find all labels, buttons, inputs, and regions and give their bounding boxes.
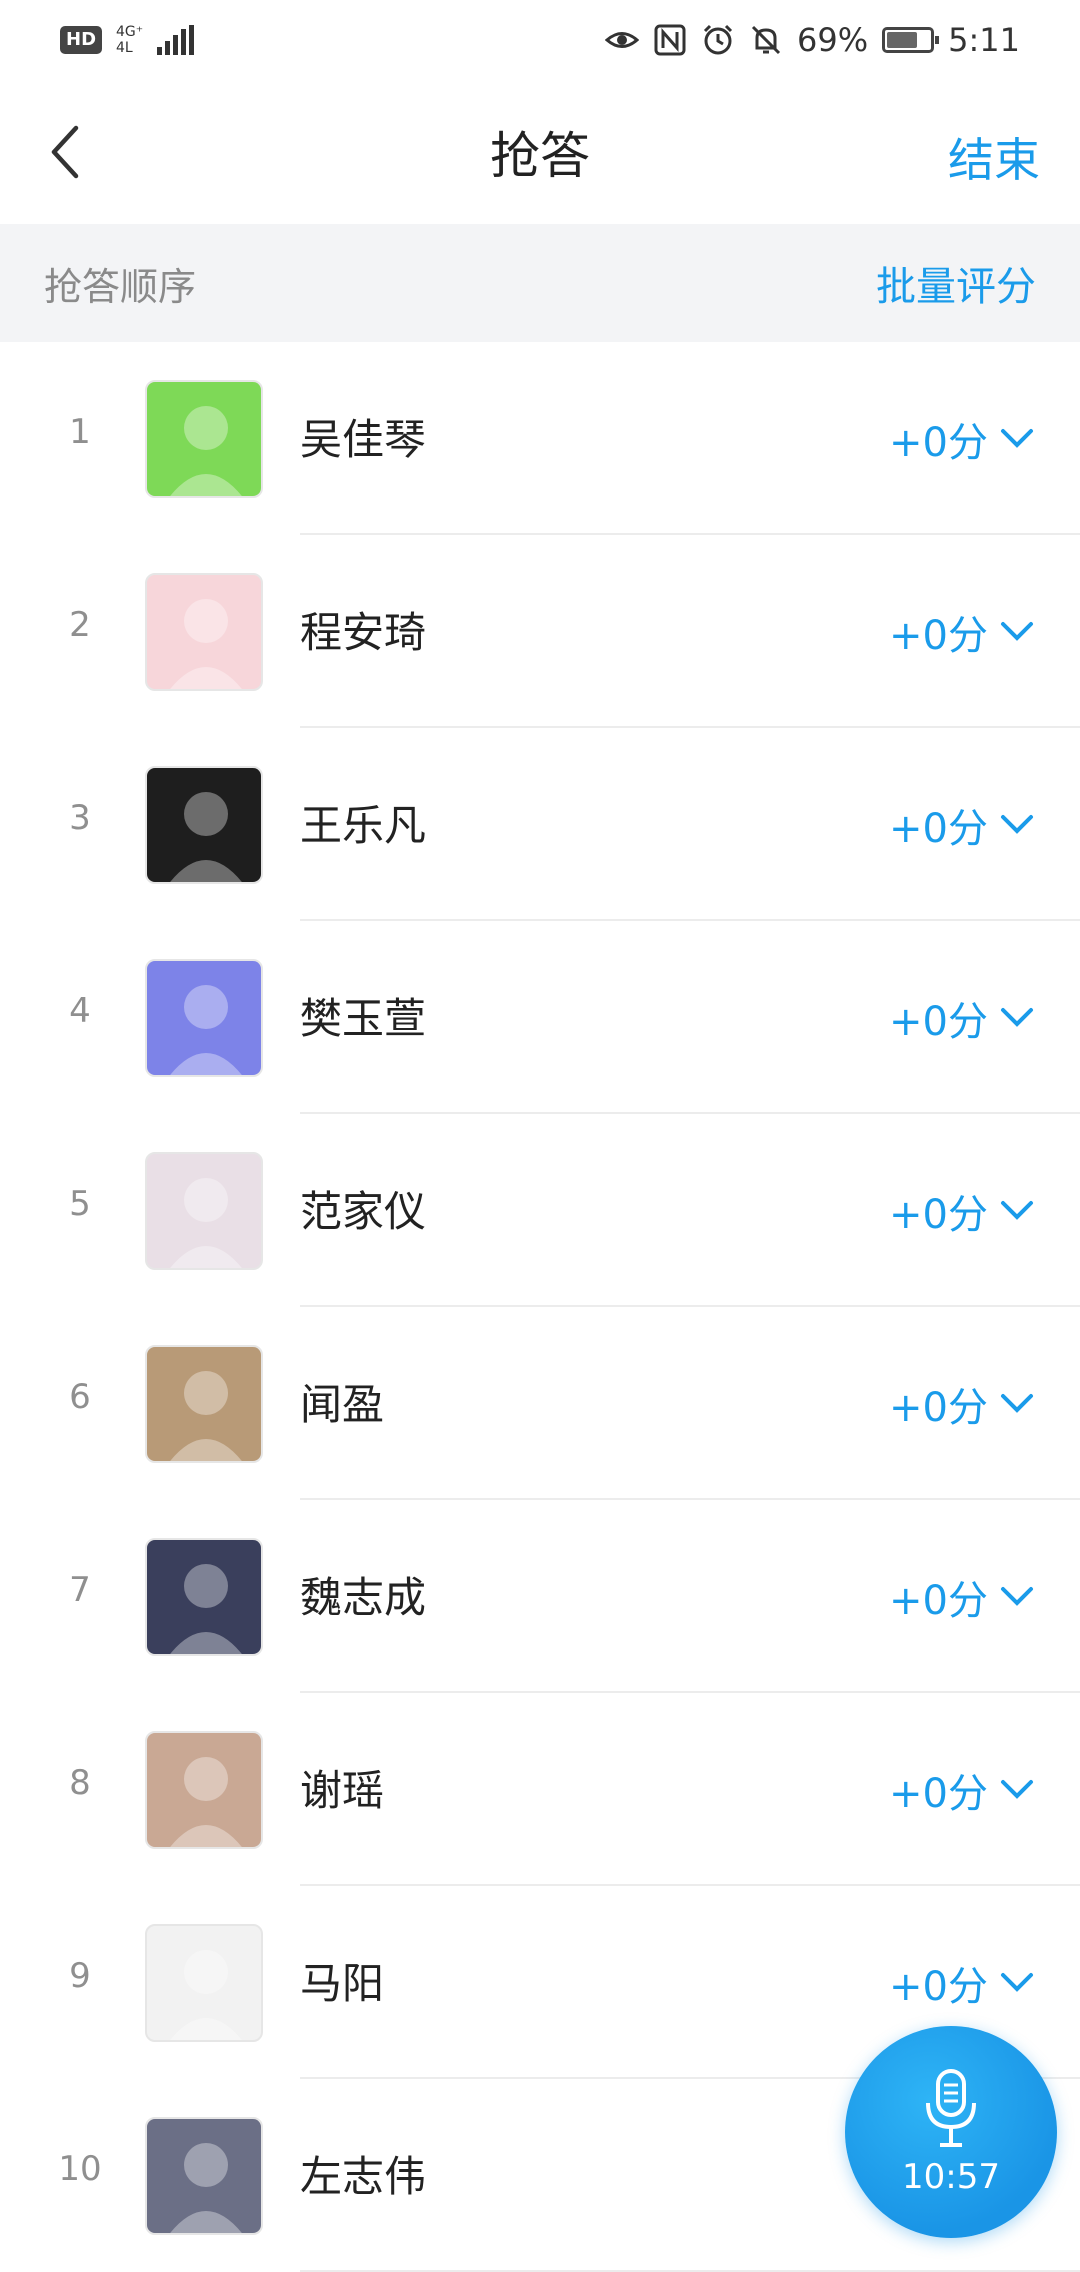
score-dropdown[interactable]: +0分: [889, 410, 1034, 468]
avatar: [145, 1538, 263, 1656]
score-dropdown[interactable]: +0分: [889, 796, 1034, 854]
eye-icon: [605, 32, 640, 48]
student-row[interactable]: 5 范家仪 +0分: [0, 1114, 1080, 1307]
chevron-down-icon: [1001, 815, 1033, 834]
chevron-down-icon: [1001, 622, 1033, 641]
rank-number: 5: [69, 1184, 91, 1224]
student-name: 左志伟: [300, 2152, 427, 2201]
avatar: [145, 1731, 263, 1849]
rank-number: 10: [58, 2149, 102, 2189]
score-dropdown[interactable]: +0分: [889, 1182, 1034, 1240]
score-value: +0分: [889, 1385, 988, 1431]
chevron-down-icon: [1001, 1201, 1033, 1220]
score-value: +0分: [889, 806, 988, 852]
student-row[interactable]: 3 王乐凡 +0分: [0, 728, 1080, 921]
score-dropdown[interactable]: +0分: [889, 1568, 1034, 1626]
score-value: +0分: [889, 613, 988, 659]
student-row[interactable]: 6 闻盈 +0分: [0, 1307, 1080, 1500]
rank-number: 7: [69, 1570, 91, 1610]
chevron-down-icon: [1001, 1780, 1033, 1799]
microphone-icon: [926, 2069, 976, 2147]
score-value: +0分: [889, 1771, 988, 1817]
student-row[interactable]: 1 吴佳琴 +0分: [0, 342, 1080, 535]
signal-icon: [157, 25, 195, 55]
score-value: +0分: [889, 1964, 988, 2010]
hd-badge: HD: [60, 26, 103, 54]
student-name: 樊玉萱: [300, 994, 427, 1043]
rank-number: 8: [69, 1763, 91, 1803]
nfc-icon: [654, 24, 686, 56]
score-dropdown[interactable]: +0分: [889, 1954, 1034, 2012]
student-name: 吴佳琴: [300, 415, 427, 464]
chevron-down-icon: [1001, 1973, 1033, 1992]
student-name: 马阳: [300, 1959, 385, 2008]
record-timer: 10:57: [902, 2157, 1000, 2197]
avatar: [145, 1924, 263, 2042]
status-left: HD 4G⁺ 4L: [60, 24, 195, 56]
nav-bar: 抢答 结束: [0, 80, 1080, 224]
batch-score-button[interactable]: 批量评分: [876, 254, 1036, 312]
score-value: +0分: [889, 999, 988, 1045]
student-row[interactable]: 4 樊玉萱 +0分: [0, 921, 1080, 1114]
avatar: [145, 959, 263, 1077]
score-dropdown[interactable]: +0分: [889, 1375, 1034, 1433]
end-button[interactable]: 结束: [948, 124, 1040, 190]
mute-bell-icon: [751, 25, 781, 55]
status-time: 5:11: [948, 21, 1020, 59]
battery-icon: [882, 27, 940, 53]
student-row[interactable]: 2 程安琦 +0分: [0, 535, 1080, 728]
score-dropdown[interactable]: +0分: [889, 1761, 1034, 1819]
chevron-down-icon: [1001, 1587, 1033, 1606]
rank-number: 9: [69, 1956, 91, 1996]
avatar: [145, 1345, 263, 1463]
score-dropdown[interactable]: +0分: [889, 603, 1034, 661]
order-label: 抢答顺序: [44, 264, 197, 309]
avatar: [145, 380, 263, 498]
avatar: [145, 2117, 263, 2235]
network-type-top: 4G⁺: [116, 24, 144, 40]
student-name: 魏志成: [300, 1573, 427, 1622]
rank-number: 1: [69, 412, 91, 452]
rank-number: 6: [69, 1377, 91, 1417]
battery-percent: 69%: [797, 21, 869, 59]
status-bar: HD 4G⁺ 4L 69% 5:11: [0, 0, 1080, 80]
avatar: [145, 766, 263, 884]
student-list: 1 吴佳琴 +0分 2 程安琦 +0分 3 王乐凡 +0分 4 樊玉萱 +0分 5 范家仪 +0分 6 闻盈 +0…: [0, 342, 1080, 2272]
chevron-down-icon: [1001, 1394, 1033, 1413]
back-arrow-icon[interactable]: [38, 120, 102, 184]
student-name: 范家仪: [300, 1187, 427, 1236]
rank-number: 3: [69, 798, 91, 838]
score-value: +0分: [889, 420, 988, 466]
student-name: 程安琦: [300, 608, 427, 657]
chevron-down-icon: [1001, 429, 1033, 448]
student-row[interactable]: 7 魏志成 +0分: [0, 1500, 1080, 1693]
score-dropdown[interactable]: +0分: [889, 989, 1034, 1047]
student-name: 王乐凡: [300, 801, 427, 850]
avatar: [145, 573, 263, 691]
page-title: 抢答: [490, 127, 590, 185]
status-right: 69% 5:11: [605, 21, 1020, 59]
network-type: 4G⁺ 4L: [116, 24, 143, 56]
rank-number: 4: [69, 991, 91, 1031]
voice-record-button[interactable]: 10:57: [845, 2026, 1057, 2238]
score-value: +0分: [889, 1578, 988, 1624]
student-name: 闻盈: [300, 1380, 385, 1429]
chevron-down-icon: [1001, 1008, 1033, 1027]
score-value: +0分: [889, 1192, 988, 1238]
alarm-icon: [703, 24, 733, 55]
avatar: [145, 1152, 263, 1270]
rank-number: 2: [69, 605, 91, 645]
student-name: 谢瑶: [300, 1766, 385, 1815]
student-row[interactable]: 8 谢瑶 +0分: [0, 1693, 1080, 1886]
order-header: 抢答顺序 批量评分: [0, 224, 1080, 342]
network-type-bottom: 4L: [116, 40, 133, 56]
